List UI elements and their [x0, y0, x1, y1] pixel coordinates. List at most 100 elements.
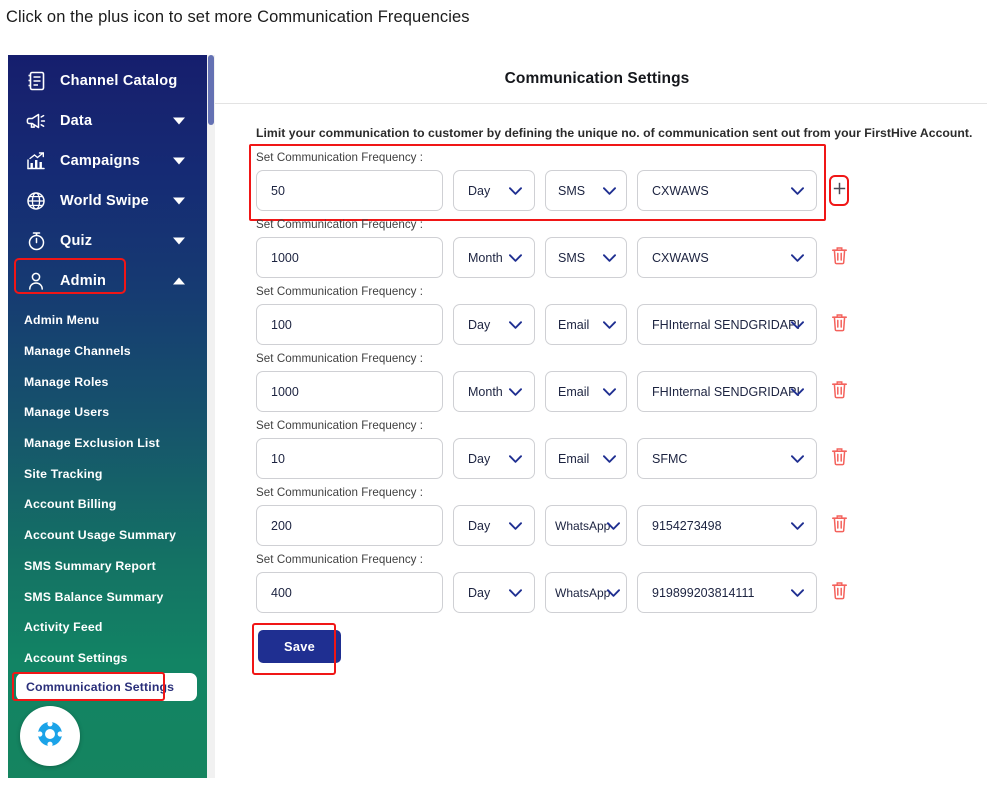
megaphone-icon — [24, 111, 48, 131]
sidebar-item-channel-catalog[interactable]: Channel Catalog — [8, 61, 207, 101]
frequency-period-select[interactable]: Month — [453, 371, 535, 412]
sidebar-subitem-label: Activity Feed — [24, 620, 103, 635]
frequency-count-value: 200 — [271, 518, 292, 533]
support-button[interactable] — [20, 706, 80, 766]
frequency-channel-select[interactable]: SMS — [545, 170, 627, 211]
chevron-down-icon — [509, 588, 522, 597]
chevron-down-icon — [173, 197, 185, 205]
chevron-down-icon — [607, 588, 620, 597]
sidebar-item-manage-exclusion-list[interactable]: Manage Exclusion List — [8, 428, 207, 459]
sidebar-item-manage-users[interactable]: Manage Users — [8, 397, 207, 428]
sidebar-item-manage-channels[interactable]: Manage Channels — [8, 336, 207, 367]
delete-frequency-button[interactable] — [831, 514, 848, 538]
sidebar-subitem-label: Site Tracking — [24, 466, 103, 481]
frequency-period-select[interactable]: Day — [453, 438, 535, 479]
frequency-period-select[interactable]: Day — [453, 572, 535, 613]
frequency-channel-select[interactable]: Email — [545, 304, 627, 345]
frequency-period-value: Day — [468, 183, 491, 198]
chevron-down-icon — [791, 454, 804, 463]
chevron-down-icon — [173, 117, 185, 125]
sidebar-item-activity-feed[interactable]: Activity Feed — [8, 612, 207, 643]
frequency-row-label: Set Communication Frequency : — [256, 285, 424, 298]
frequency-period-value: Day — [468, 317, 491, 332]
sidebar-subitem-label: Manage Users — [24, 405, 110, 420]
frequency-row-label: Set Communication Frequency : — [256, 352, 424, 365]
frequency-channel-select[interactable]: Email — [545, 438, 627, 479]
sidebar-subitem-label: Account Usage Summary — [24, 528, 177, 543]
delete-frequency-button[interactable] — [831, 447, 848, 471]
frequency-period-select[interactable]: Day — [453, 505, 535, 546]
sidebar-item-admin-menu[interactable]: Admin Menu — [8, 305, 207, 336]
sidebar-item-label: Quiz — [60, 233, 93, 249]
frequency-row: Set Communication Frequency : 100 Day Email… — [256, 285, 963, 345]
sidebar-item-manage-roles[interactable]: Manage Roles — [8, 366, 207, 397]
frequency-provider-select[interactable]: 9154273498 — [637, 505, 817, 546]
frequency-provider-select[interactable]: 919899203814111 — [637, 572, 817, 613]
sidebar-item-communication-settings[interactable]: Communication Settings — [16, 673, 197, 702]
sidebar-scrollbar[interactable] — [207, 55, 215, 778]
chevron-down-icon — [509, 320, 522, 329]
frequency-channel-select[interactable]: WhatsApp — [545, 572, 627, 613]
sidebar-item-sms-summary-report[interactable]: SMS Summary Report — [8, 551, 207, 582]
frequency-action-cell — [817, 380, 855, 404]
sidebar-item-account-usage-summary[interactable]: Account Usage Summary — [8, 520, 207, 551]
chevron-down-icon — [173, 157, 185, 165]
delete-frequency-button[interactable] — [831, 313, 848, 337]
sidebar: Channel Catalog Data Campaigns World Swi… — [8, 55, 215, 778]
sidebar-item-account-billing[interactable]: Account Billing — [8, 489, 207, 520]
frequency-channel-select[interactable]: WhatsApp — [545, 505, 627, 546]
trash-icon — [831, 313, 848, 336]
plus-icon — [833, 182, 846, 200]
sidebar-item-label: Data — [60, 113, 93, 129]
save-button[interactable]: Save — [258, 630, 342, 663]
delete-frequency-button[interactable] — [831, 581, 848, 605]
frequency-action-cell — [817, 246, 855, 270]
add-frequency-button[interactable] — [829, 175, 849, 206]
frequency-period-select[interactable]: Day — [453, 170, 535, 211]
sidebar-subitem-label: Manage Roles — [24, 374, 109, 389]
frequency-count-input[interactable]: 200 — [256, 505, 443, 546]
sidebar-item-sms-balance-summary[interactable]: SMS Balance Summary — [8, 581, 207, 612]
frequency-channel-select[interactable]: Email — [545, 371, 627, 412]
delete-frequency-button[interactable] — [831, 380, 848, 404]
sidebar-item-world-swipe[interactable]: World Swipe — [8, 181, 207, 221]
frequency-provider-select[interactable]: CXWAWS — [637, 170, 817, 211]
frequency-count-input[interactable]: 1000 — [256, 237, 443, 278]
delete-frequency-button[interactable] — [831, 246, 848, 270]
chevron-down-icon — [791, 186, 804, 195]
frequency-count-value: 50 — [271, 183, 285, 198]
frequency-provider-select[interactable]: SFMC — [637, 438, 817, 479]
app-window: Channel Catalog Data Campaigns World Swi… — [8, 55, 987, 778]
frequency-row-label: Set Communication Frequency : — [256, 151, 424, 164]
frequency-period-select[interactable]: Month — [453, 237, 535, 278]
chevron-down-icon — [791, 320, 804, 329]
frequency-period-select[interactable]: Day — [453, 304, 535, 345]
frequency-provider-select[interactable]: FHInternal SENDGRIDAPI — [637, 304, 817, 345]
frequency-count-input[interactable]: 100 — [256, 304, 443, 345]
frequency-action-cell — [817, 514, 855, 538]
sidebar-item-label: Campaigns — [60, 153, 140, 169]
frequency-count-input[interactable]: 10 — [256, 438, 443, 479]
chevron-down-icon — [509, 253, 522, 262]
frequency-count-input[interactable]: 50 — [256, 170, 443, 211]
frequency-provider-select[interactable]: CXWAWS — [637, 237, 817, 278]
frequency-count-input[interactable]: 400 — [256, 572, 443, 613]
frequency-provider-select[interactable]: FHInternal SENDGRIDAPI — [637, 371, 817, 412]
sidebar-subitem-label: Communication Settings — [26, 680, 175, 695]
sidebar-scrollbar-thumb[interactable] — [208, 55, 214, 125]
trash-icon — [831, 380, 848, 403]
catalog-icon — [24, 71, 48, 91]
content-area: Communication Settings Limit your commun… — [215, 55, 987, 778]
sidebar-item-label: Admin — [60, 273, 107, 289]
sidebar-item-data[interactable]: Data — [8, 101, 207, 141]
frequency-count-input[interactable]: 1000 — [256, 371, 443, 412]
sidebar-item-admin[interactable]: Admin — [8, 261, 207, 301]
sidebar-item-account-settings[interactable]: Account Settings — [8, 643, 207, 674]
sidebar-item-site-tracking[interactable]: Site Tracking — [8, 458, 207, 489]
frequency-count-value: 100 — [271, 317, 292, 332]
sidebar-sub-nav: Admin Menu Manage Channels Manage Roles … — [8, 305, 207, 702]
stopwatch-icon — [24, 231, 48, 251]
sidebar-item-campaigns[interactable]: Campaigns — [8, 141, 207, 181]
frequency-channel-select[interactable]: SMS — [545, 237, 627, 278]
sidebar-item-quiz[interactable]: Quiz — [8, 221, 207, 261]
